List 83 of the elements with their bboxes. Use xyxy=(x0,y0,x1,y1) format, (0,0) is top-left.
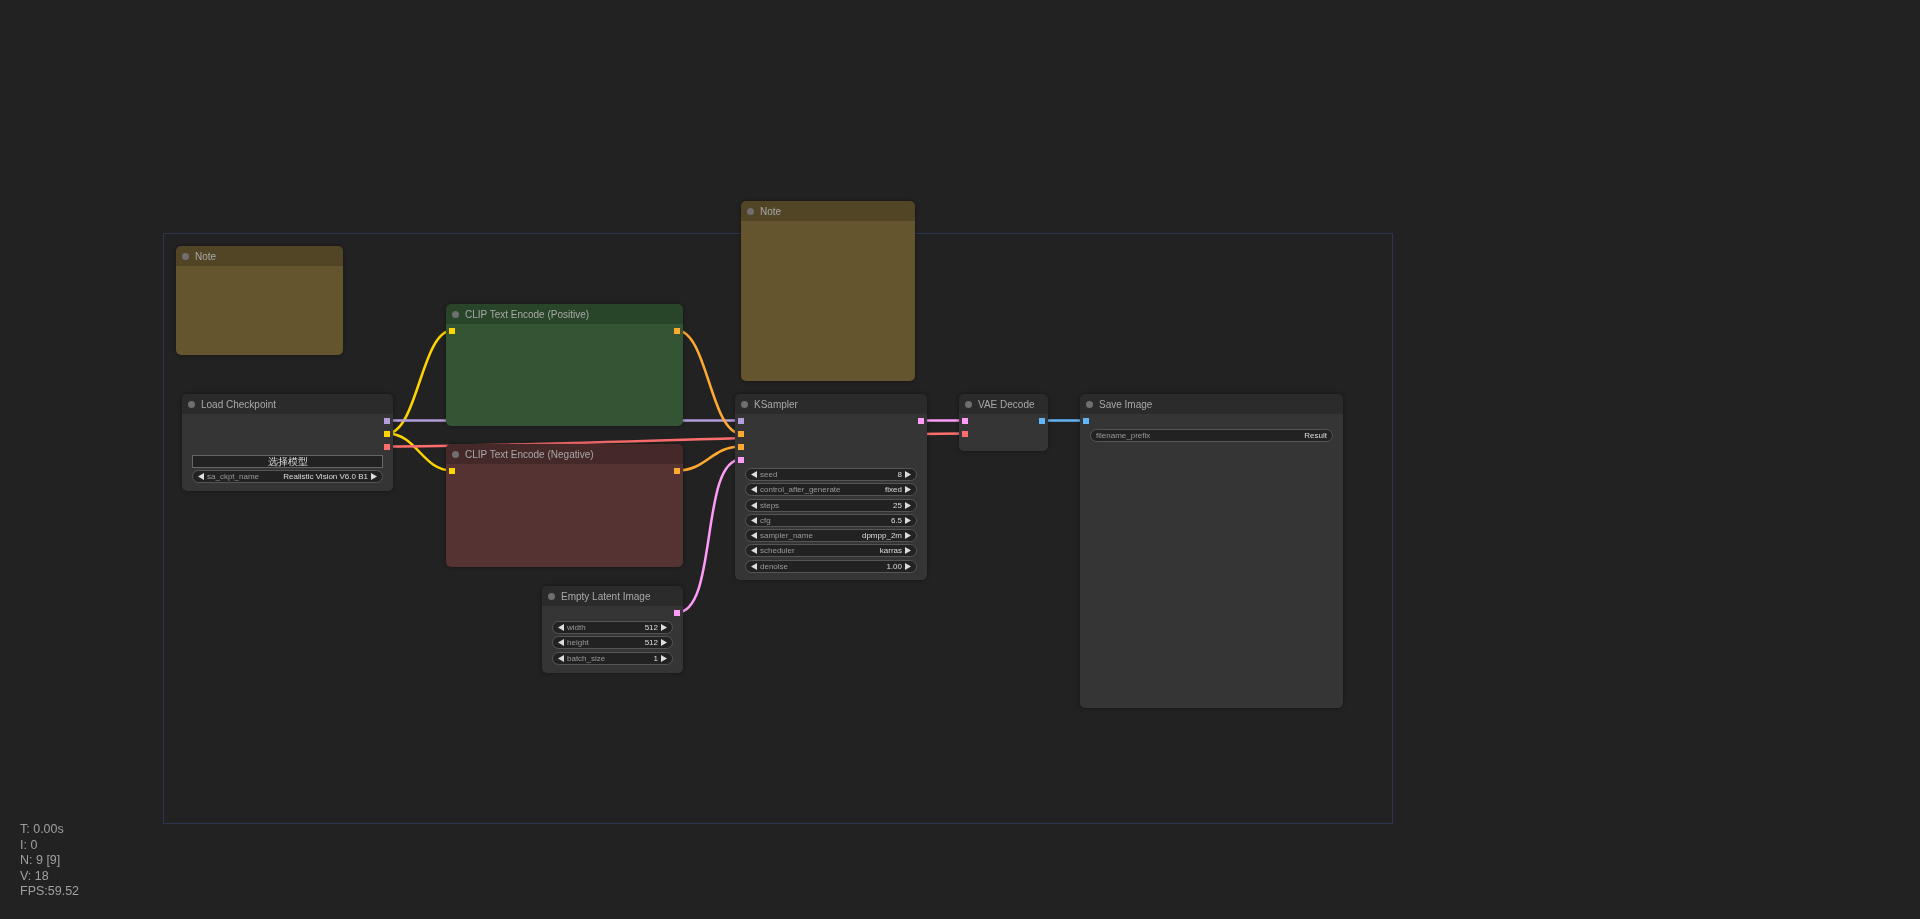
node-title: Load Checkpoint xyxy=(201,398,277,410)
right-triangle-icon[interactable] xyxy=(661,624,667,631)
field-value: 6.5 xyxy=(890,515,902,525)
value-field[interactable]: batch_size 1 xyxy=(552,651,673,665)
input-slot[interactable] xyxy=(1083,417,1089,424)
node-title: CLIP Text Encode (Positive) xyxy=(465,308,590,320)
title-dot-icon xyxy=(1086,400,1093,408)
field-label: cfg xyxy=(760,515,772,525)
output-slot[interactable] xyxy=(674,327,680,334)
right-triangle-icon[interactable] xyxy=(371,473,377,481)
left-triangle-icon[interactable] xyxy=(198,473,204,481)
field-value: 8 xyxy=(897,470,902,479)
text-field[interactable]: filename_prefix Result xyxy=(1090,429,1333,442)
title-dot-icon xyxy=(452,450,459,458)
title-dot-icon xyxy=(188,400,195,408)
field-value: Result xyxy=(1304,431,1327,440)
field-label: filename_prefix xyxy=(1096,431,1152,440)
right-triangle-icon[interactable] xyxy=(905,471,911,478)
node-title: KSampler xyxy=(754,398,798,410)
output-slot[interactable] xyxy=(384,417,390,424)
output-slot[interactable] xyxy=(674,467,680,474)
value-field[interactable]: denoise 1.00 xyxy=(745,559,917,573)
field-label: height xyxy=(567,638,590,648)
title-dot-icon xyxy=(741,400,748,408)
value-field[interactable]: control_after_generate fixed xyxy=(745,483,917,497)
input-slot[interactable] xyxy=(738,456,744,463)
field-value: 1.00 xyxy=(886,561,902,571)
field-label: scheduler xyxy=(760,546,796,556)
node-title: VAE Decode xyxy=(978,398,1035,410)
node-button[interactable]: 选择模型 xyxy=(192,455,383,468)
title-dot-icon xyxy=(747,207,754,215)
input-slot[interactable] xyxy=(962,430,968,437)
field-label: denoise xyxy=(760,561,790,571)
field-label: steps xyxy=(760,500,781,510)
field-value: 25 xyxy=(893,500,902,510)
value-field[interactable]: sa_ckpt_name Realistic Vision V6.0 B1 xyxy=(192,470,383,484)
input-slot[interactable] xyxy=(449,467,455,474)
stats-line: N: 9 [9] xyxy=(20,853,62,869)
title-dot-icon xyxy=(548,592,555,600)
input-slot[interactable] xyxy=(738,430,744,437)
stats-line: T: 0.00s xyxy=(20,822,65,838)
input-slot[interactable] xyxy=(738,443,744,450)
field-label: sa_ckpt_name xyxy=(207,472,261,482)
stats-line: I: 0 xyxy=(20,837,39,853)
field-label: batch_size xyxy=(567,653,607,663)
node-title: Note xyxy=(760,205,782,217)
output-slot[interactable] xyxy=(918,417,924,424)
input-slot[interactable] xyxy=(962,417,968,424)
node-title: Empty Latent Image xyxy=(561,590,651,602)
value-field[interactable]: width 512 xyxy=(552,621,673,634)
value-field[interactable]: height 512 xyxy=(552,636,673,650)
value-field[interactable]: cfg 6.5 xyxy=(745,513,917,527)
title-dot-icon xyxy=(452,310,459,318)
title-dot-icon xyxy=(182,252,189,260)
output-slot[interactable] xyxy=(384,443,390,450)
field-label: width xyxy=(567,623,587,632)
field-value: fixed xyxy=(885,485,902,495)
input-slot[interactable] xyxy=(449,327,455,334)
field-label: sampler_name xyxy=(760,531,814,541)
output-slot[interactable] xyxy=(384,430,390,437)
field-value: 512 xyxy=(644,623,658,632)
output-slot[interactable] xyxy=(674,609,680,616)
field-label: control_after_generate xyxy=(760,485,842,495)
left-triangle-icon[interactable] xyxy=(751,471,757,478)
field-value: Realistic Vision V6.0 B1 xyxy=(283,472,368,482)
title-dot-icon xyxy=(965,400,972,408)
field-value: 1 xyxy=(653,653,658,663)
field-value: dpmpp_2m xyxy=(861,531,902,541)
value-field[interactable]: sampler_name dpmpp_2m xyxy=(745,529,917,543)
node-title: Note xyxy=(195,250,217,262)
output-slot[interactable] xyxy=(1039,417,1045,424)
input-slot[interactable] xyxy=(738,417,744,424)
node-title: Save Image xyxy=(1099,398,1153,410)
value-field[interactable]: scheduler karras xyxy=(745,544,917,558)
value-field[interactable]: steps 25 xyxy=(745,498,917,512)
field-value: karras xyxy=(879,546,902,556)
field-value: 512 xyxy=(644,638,658,648)
value-field[interactable]: seed 8 xyxy=(745,468,917,481)
stats-line: V: 18 xyxy=(20,868,50,884)
node-title: CLIP Text Encode (Negative) xyxy=(465,448,594,460)
stats-line: FPS:59.52 xyxy=(20,884,80,900)
left-triangle-icon[interactable] xyxy=(558,624,564,631)
field-label: seed xyxy=(760,470,779,479)
